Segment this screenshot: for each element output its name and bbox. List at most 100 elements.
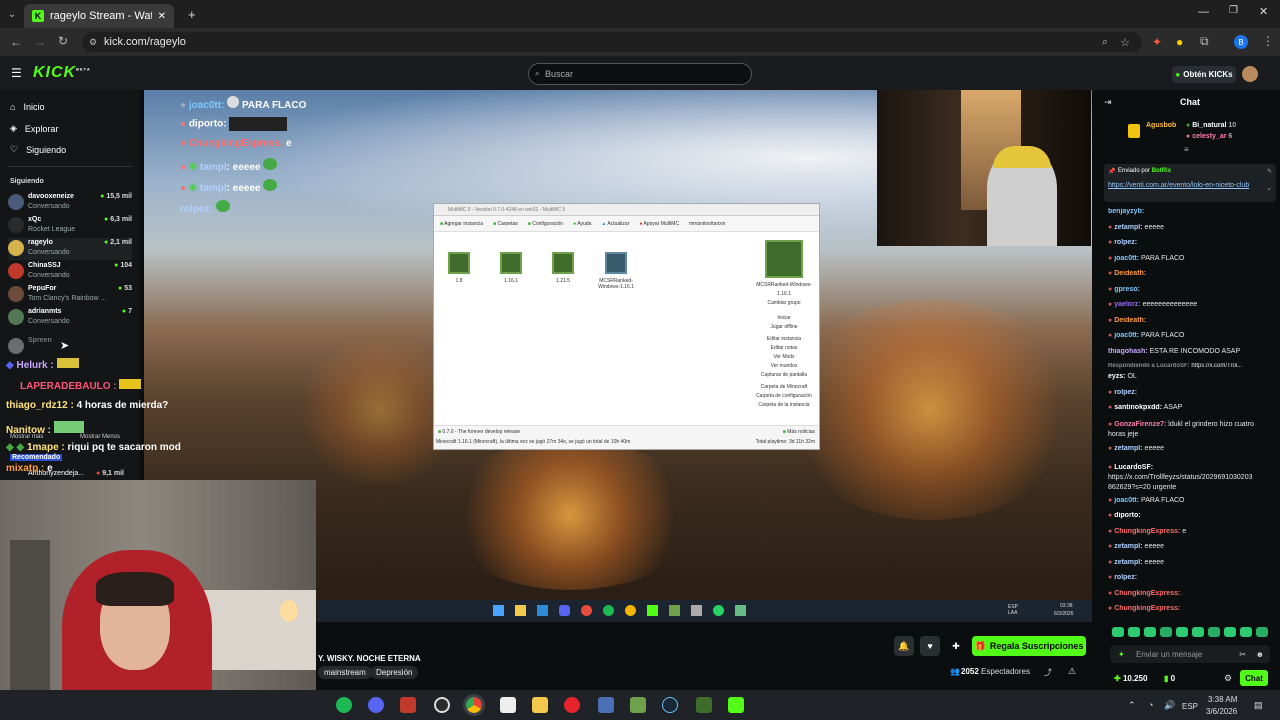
multimc-icon[interactable] [696,697,712,713]
chat-username[interactable]: ChungkingExpress: [1114,605,1180,612]
chat-username[interactable]: Respondiendo a LucardoSF: [1108,363,1190,369]
file-explorer-icon[interactable] [532,697,548,713]
launch-action[interactable]: Iniciar [753,314,815,323]
play-offline-action[interactable]: Jugar offline [753,323,815,332]
chat-message[interactable]: ● rolpez: [1108,239,1278,246]
chat-username[interactable]: santinokpxdd: [1114,404,1162,411]
top-user[interactable]: ● celesty_ar 6 [1186,133,1232,140]
chat-message[interactable]: Respondiendo a LucardoSF: https://x.com/… [1108,363,1278,369]
tab-list-icon[interactable]: ⌄ [0,9,24,20]
new-tab-icon[interactable]: + [188,7,196,22]
chat-username[interactable]: rolpez: [1114,239,1137,246]
instance-item[interactable]: 1.21.5 [548,252,578,284]
opera-icon[interactable] [564,697,580,713]
nav-explore[interactable]: ◈ Explorar [10,123,58,134]
pin-expand-icon[interactable]: ⌄ [1266,184,1272,192]
chat-username[interactable]: zetampl: [1114,559,1142,566]
profile-avatar[interactable]: B [1234,35,1248,49]
chat-username[interactable]: benjayzyb: [1108,208,1144,215]
chat-username[interactable]: yaelorz: [1114,301,1140,308]
chat-username[interactable]: zetampl: [1114,445,1142,452]
kicks-counter[interactable]: ▮ 0 [1164,674,1175,683]
minimize-icon[interactable]: — [1198,6,1209,18]
toolbar-add-instance[interactable]: ■ Agregar instancia [440,221,483,227]
tray-chevron-icon[interactable]: ⌃ [1128,700,1136,711]
edit-notes-action[interactable]: Editar notas [753,344,815,353]
spotify-icon[interactable] [336,697,352,713]
chat-message[interactable]: ● ChungkingExpress: [1108,605,1278,612]
search-input[interactable]: ⌕ Buscar [528,63,752,85]
chat-username[interactable]: joac0tt: [1114,255,1139,262]
chat-message[interactable]: eyzs: OL [1108,373,1278,380]
voicemeeter-icon[interactable] [400,697,416,713]
nav-following[interactable]: ♡ Siguiendo [10,144,66,155]
emote-icon[interactable] [1176,627,1188,637]
chat-username[interactable]: eyzs: [1108,373,1126,380]
clip-button[interactable]: ✚ [946,636,966,656]
instance-item[interactable]: MCSRRanked-Windows-1.16.1 [594,252,638,290]
chat-username[interactable]: joac0tt: [1114,497,1139,504]
chat-message[interactable]: ● joac0tt: PARA FLACO [1108,332,1278,339]
extensions-puzzle-icon[interactable]: ⧉ [1200,34,1209,49]
toolbar-support[interactable]: ● Apoyar MultiMC [639,221,679,227]
window-close-icon[interactable]: ✕ [1259,5,1268,18]
followed-channel[interactable]: ChinaSSJ Conversando ● 104 [8,261,132,283]
toolbar-update[interactable]: ▲ Actualizar [601,221,629,227]
chat-username[interactable]: GonzaFirenze7: [1114,421,1166,428]
toolbar-help[interactable]: ● Ayuda [573,221,591,227]
chat-message[interactable]: ● rolpez: [1108,574,1278,581]
followed-channel[interactable]: adrianmts Conversando ● 7 [8,307,132,329]
instance-item[interactable]: 1.8 [444,252,474,284]
pin-options-icon[interactable]: ✎ [1267,168,1272,175]
chat-username[interactable]: zetampl: [1114,543,1142,550]
collapse-chat-icon[interactable]: ⇥ [1104,97,1112,108]
change-group-action[interactable]: Cambiar grupo [753,299,815,308]
chat-message[interactable]: benjayzyb: [1108,208,1278,215]
screenshots-action[interactable]: Capturas de pantalla [753,371,815,380]
view-mods-action[interactable]: Ver Mods [753,353,815,362]
chat-message[interactable]: ● Deideath: [1108,270,1278,277]
instance-folder-action[interactable]: Carpeta de la instancia [753,401,815,410]
chat-message[interactable]: ● zetampl: eeeee [1108,224,1278,231]
emote-picker-icon[interactable]: ✦ [1118,650,1125,659]
extension-icon-1[interactable]: ✦ [1152,35,1162,49]
system-date[interactable]: 3/6/2026 [1206,707,1237,716]
send-chat-button[interactable]: Chat [1240,670,1268,686]
tag-pill[interactable]: Depresión [370,666,419,679]
chat-message[interactable]: ● gpreso: [1108,286,1278,293]
emote-icon[interactable] [1256,627,1268,637]
app-icon[interactable] [598,697,614,713]
emote-icon[interactable] [1224,627,1236,637]
chat-username[interactable]: gpreso: [1114,286,1140,293]
chat-message[interactable]: ● rolpez: [1108,389,1278,396]
chat-message[interactable]: ● Deideath: [1108,317,1278,324]
emote-icon[interactable] [1112,627,1124,637]
top-user[interactable]: ● Bi_natural 10 [1186,122,1236,129]
discord-icon[interactable] [368,697,384,713]
emote-icon[interactable] [1144,627,1156,637]
view-worlds-action[interactable]: Ver mundos [753,362,815,371]
nav-home[interactable]: ⌂ Inicio [10,102,44,112]
followed-channel[interactable]: xQc Rocket League ● 6,3 mil [8,215,132,237]
system-lang[interactable]: ESP [1182,702,1198,711]
more-news-link[interactable]: ■ Más noticias [783,429,815,435]
top-user[interactable]: Agusbob [1146,122,1176,129]
chat-message[interactable]: ● yaelorz: eeeeeeeeeeeeee [1108,301,1278,308]
emote-icon[interactable] [1240,627,1252,637]
minecraft-folder-action[interactable]: Carpeta de Minecraft [753,383,815,392]
chat-username[interactable]: rolpez: [1114,389,1137,396]
volume-icon[interactable]: 🔊 [1164,700,1175,711]
toolbar-account[interactable]: mmanitooitarixin [689,221,725,227]
back-icon[interactable]: ← [10,35,22,49]
chat-username[interactable]: Deideath: [1114,270,1146,277]
network-icon[interactable]: ◔ [1148,700,1153,710]
emoji-icon[interactable]: ☻ [1256,650,1264,659]
browser-menu-icon[interactable]: ⋮ [1262,34,1274,48]
user-avatar[interactable] [1242,66,1258,82]
emote-icon[interactable] [1128,627,1140,637]
show-less-link[interactable]: Mostrar Menos [80,434,120,440]
followed-channel[interactable]: PepuFor Tom Clancy's Rainbow ... ● 53 [8,284,132,306]
bookmark-star-icon[interactable]: ☆ [1120,36,1130,49]
notifications-button[interactable]: 🔔 [894,636,914,656]
emote-icon[interactable] [1160,627,1172,637]
